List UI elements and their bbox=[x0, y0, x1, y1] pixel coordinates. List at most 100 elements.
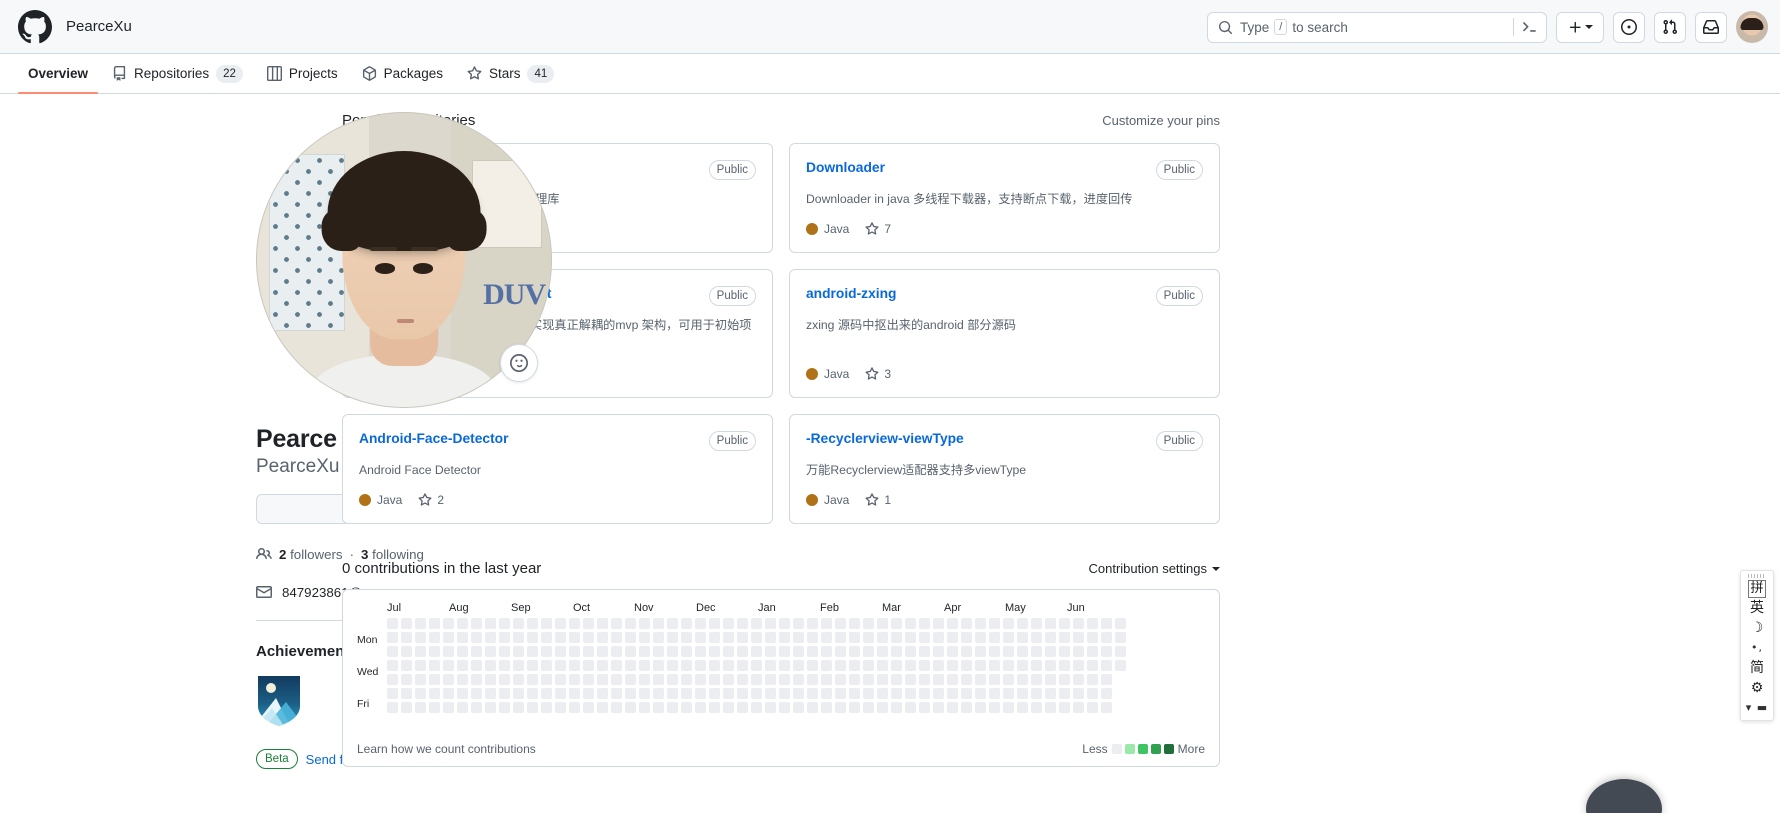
contribution-day-cell[interactable] bbox=[1031, 646, 1042, 658]
contribution-day-cell[interactable] bbox=[597, 646, 608, 658]
contribution-day-cell[interactable] bbox=[709, 632, 720, 644]
contribution-day-cell[interactable] bbox=[681, 646, 692, 658]
github-mark-icon[interactable] bbox=[18, 9, 52, 44]
repo-name-link[interactable]: Android-Face-Detector bbox=[359, 431, 508, 446]
contribution-day-cell[interactable] bbox=[653, 632, 664, 644]
contribution-day-cell[interactable] bbox=[1101, 646, 1112, 658]
ime-simplified-mode[interactable]: 简 bbox=[1750, 658, 1764, 678]
contribution-day-cell[interactable] bbox=[891, 660, 902, 672]
contribution-day-cell[interactable] bbox=[401, 688, 412, 700]
contribution-day-cell[interactable] bbox=[1003, 632, 1014, 644]
contribution-day-cell[interactable] bbox=[639, 646, 650, 658]
contribution-day-cell[interactable] bbox=[695, 702, 706, 714]
contribution-day-cell[interactable] bbox=[961, 632, 972, 644]
contribution-day-cell[interactable] bbox=[891, 632, 902, 644]
contribution-day-cell[interactable] bbox=[541, 618, 552, 630]
contribution-day-cell[interactable] bbox=[835, 688, 846, 700]
contribution-day-cell[interactable] bbox=[625, 674, 636, 686]
contribution-day-cell[interactable] bbox=[1031, 688, 1042, 700]
contribution-day-cell[interactable] bbox=[513, 632, 524, 644]
contribution-day-cell[interactable] bbox=[513, 646, 524, 658]
contribution-day-cell[interactable] bbox=[793, 660, 804, 672]
contribution-day-cell[interactable] bbox=[457, 618, 468, 630]
contribution-day-cell[interactable] bbox=[905, 674, 916, 686]
contribution-day-cell[interactable] bbox=[555, 632, 566, 644]
contribution-day-cell[interactable] bbox=[681, 674, 692, 686]
contribution-day-cell[interactable] bbox=[905, 632, 916, 644]
contribution-day-cell[interactable] bbox=[569, 702, 580, 714]
contribution-day-cell[interactable] bbox=[1087, 646, 1098, 658]
contribution-day-cell[interactable] bbox=[695, 674, 706, 686]
contribution-day-cell[interactable] bbox=[1059, 646, 1070, 658]
contribution-day-cell[interactable] bbox=[653, 688, 664, 700]
contribution-day-cell[interactable] bbox=[485, 674, 496, 686]
contribution-day-cell[interactable] bbox=[583, 702, 594, 714]
contribution-day-cell[interactable] bbox=[849, 660, 860, 672]
contribution-day-cell[interactable] bbox=[471, 688, 482, 700]
contribution-day-cell[interactable] bbox=[625, 618, 636, 630]
contribution-day-cell[interactable] bbox=[989, 702, 1000, 714]
contribution-day-cell[interactable] bbox=[1073, 618, 1084, 630]
floating-widget[interactable] bbox=[1586, 779, 1662, 813]
contribution-day-cell[interactable] bbox=[695, 618, 706, 630]
contribution-day-cell[interactable] bbox=[597, 702, 608, 714]
contribution-day-cell[interactable] bbox=[751, 632, 762, 644]
contribution-day-cell[interactable] bbox=[569, 618, 580, 630]
contribution-day-cell[interactable] bbox=[387, 702, 398, 714]
contribution-day-cell[interactable] bbox=[527, 632, 538, 644]
contribution-day-cell[interactable] bbox=[961, 702, 972, 714]
contribution-day-cell[interactable] bbox=[695, 660, 706, 672]
contribution-day-cell[interactable] bbox=[471, 702, 482, 714]
contribution-day-cell[interactable] bbox=[709, 674, 720, 686]
contribution-day-cell[interactable] bbox=[933, 646, 944, 658]
contribution-day-cell[interactable] bbox=[583, 660, 594, 672]
contribution-day-cell[interactable] bbox=[919, 688, 930, 700]
contribution-day-cell[interactable] bbox=[1115, 646, 1126, 658]
contribution-day-cell[interactable] bbox=[667, 674, 678, 686]
contribution-day-cell[interactable] bbox=[1045, 632, 1056, 644]
contribution-day-cell[interactable] bbox=[499, 674, 510, 686]
contribution-day-cell[interactable] bbox=[1115, 660, 1126, 672]
contribution-day-cell[interactable] bbox=[485, 688, 496, 700]
contribution-day-cell[interactable] bbox=[527, 660, 538, 672]
contribution-day-cell[interactable] bbox=[947, 632, 958, 644]
contribution-day-cell[interactable] bbox=[1031, 660, 1042, 672]
contribution-day-cell[interactable] bbox=[471, 646, 482, 658]
contribution-day-cell[interactable] bbox=[527, 646, 538, 658]
contribution-day-cell[interactable] bbox=[779, 688, 790, 700]
contribution-day-cell[interactable] bbox=[401, 618, 412, 630]
repo-card[interactable]: Android-Face-Detector Public Android Fac… bbox=[342, 413, 773, 525]
contribution-day-cell[interactable] bbox=[975, 702, 986, 714]
contribution-day-cell[interactable] bbox=[779, 702, 790, 714]
contribution-day-cell[interactable] bbox=[387, 632, 398, 644]
contribution-day-cell[interactable] bbox=[1073, 688, 1084, 700]
contribution-day-cell[interactable] bbox=[583, 688, 594, 700]
contribution-day-cell[interactable] bbox=[1017, 688, 1028, 700]
contribution-day-cell[interactable] bbox=[429, 660, 440, 672]
contribution-day-cell[interactable] bbox=[1073, 660, 1084, 672]
contribution-day-cell[interactable] bbox=[737, 674, 748, 686]
contribution-day-cell[interactable] bbox=[1101, 618, 1112, 630]
create-new-button[interactable] bbox=[1556, 11, 1604, 43]
contribution-day-cell[interactable] bbox=[947, 674, 958, 686]
repo-stars[interactable]: 2 bbox=[418, 493, 444, 507]
contribution-day-cell[interactable] bbox=[905, 702, 916, 714]
contribution-day-cell[interactable] bbox=[653, 702, 664, 714]
contribution-day-cell[interactable] bbox=[639, 660, 650, 672]
contribution-day-cell[interactable] bbox=[1045, 674, 1056, 686]
contribution-day-cell[interactable] bbox=[1101, 702, 1112, 714]
contribution-day-cell[interactable] bbox=[583, 618, 594, 630]
contribution-day-cell[interactable] bbox=[597, 688, 608, 700]
contribution-day-cell[interactable] bbox=[583, 646, 594, 658]
contribution-day-cell[interactable] bbox=[1087, 660, 1098, 672]
contribution-day-cell[interactable] bbox=[597, 660, 608, 672]
ime-drag-handle[interactable] bbox=[1748, 574, 1766, 578]
contribution-day-cell[interactable] bbox=[1017, 632, 1028, 644]
contribution-day-cell[interactable] bbox=[1073, 674, 1084, 686]
contribution-day-cell[interactable] bbox=[541, 674, 552, 686]
contribution-day-cell[interactable] bbox=[639, 618, 650, 630]
contribution-day-cell[interactable] bbox=[709, 660, 720, 672]
contribution-day-cell[interactable] bbox=[611, 674, 622, 686]
contribution-day-cell[interactable] bbox=[877, 674, 888, 686]
contribution-day-cell[interactable] bbox=[933, 618, 944, 630]
